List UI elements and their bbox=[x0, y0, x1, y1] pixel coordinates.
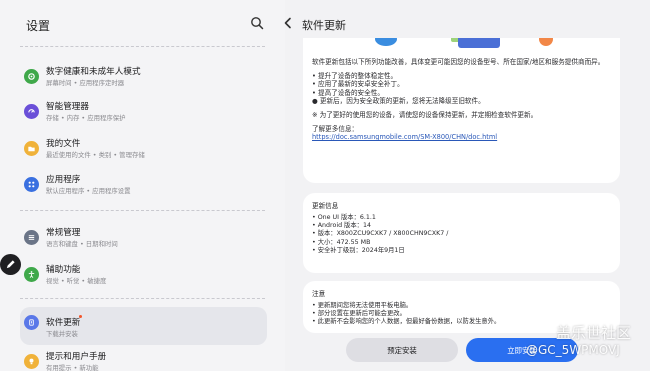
description-bullet: • 应用了最新的安卓安全补丁。 bbox=[312, 80, 404, 89]
sidebar-item-tips[interactable]: 提示和用户手册 有用提示 • 新功能 bbox=[20, 349, 267, 371]
sidebar-item-my-files[interactable]: 我的文件 最近使用的文件 • 类别 • 管理存储 bbox=[20, 136, 267, 170]
sidebar-item-title: 常规管理 bbox=[46, 228, 81, 238]
device-care-icon bbox=[24, 104, 39, 119]
description-recommendation: ※ 为了更好的使用您的设备，请使您的设备保持更新，并定期检查软件更新。 bbox=[312, 111, 538, 120]
sidebar-item-subtitle: 最近使用的文件 • 类别 • 管理存储 bbox=[46, 151, 145, 159]
sidebar-item-accessibility[interactable]: 辅助功能 视觉 • 听觉 • 敏捷度 bbox=[20, 262, 267, 296]
page-title: 软件更新 bbox=[302, 19, 346, 32]
settings-panel: 设置 数字健康和未成年人模式 屏幕时间 • 应用程序定时器 智能管理器 存储 •… bbox=[0, 0, 285, 371]
software-update-icon bbox=[24, 315, 39, 330]
settings-title: 设置 bbox=[26, 19, 51, 33]
description-intro: 软件更新包括以下所列功能改善，具体变更可能因您的设备型号、所在国家/地区和服务提… bbox=[312, 58, 605, 66]
sidebar-item-title: 提示和用户手册 bbox=[46, 352, 107, 362]
schedule-install-button[interactable]: 预定安装 bbox=[346, 338, 458, 362]
description-bullet: • 提高了设备的安全性。 bbox=[312, 88, 384, 97]
more-info-label: 了解更多信息： bbox=[312, 125, 359, 134]
sidebar-item-subtitle: 语言和键盘 • 日期和时间 bbox=[46, 240, 118, 248]
sidebar-item-title: 我的文件 bbox=[46, 139, 81, 149]
update-badge-dot bbox=[79, 315, 82, 318]
sidebar-item-device-care[interactable]: 智能管理器 存储 • 内存 • 应用程序保护 bbox=[20, 99, 267, 133]
sidebar-item-digital-wellbeing[interactable]: 数字健康和未成年人模式 屏幕时间 • 应用程序定时器 bbox=[20, 64, 267, 98]
update-info-line: • One UI 版本：6.1.1 bbox=[312, 214, 376, 221]
update-info-heading: 更新信息 bbox=[312, 202, 339, 210]
sidebar-item-software-update[interactable]: 软件更新 下载并安装 bbox=[20, 307, 267, 345]
update-info-line: • 版本：X800ZCU9CXK7 / X800CHN9CXK7 / bbox=[312, 230, 449, 238]
sidebar-item-subtitle: 默认应用程序 • 应用程序设置 bbox=[46, 187, 131, 195]
accessibility-icon bbox=[24, 267, 39, 282]
search-icon[interactable] bbox=[250, 16, 264, 30]
pen-icon[interactable] bbox=[0, 254, 21, 275]
sidebar-item-title: 软件更新 bbox=[46, 318, 81, 328]
sidebar-item-subtitle: 屏幕时间 • 应用程序定时器 bbox=[46, 79, 125, 87]
notes-line: • 更新期间您将无法使用平板电脑。 bbox=[312, 302, 413, 309]
sidebar-item-apps[interactable]: 应用程序 默认应用程序 • 应用程序设置 bbox=[20, 172, 267, 206]
sidebar-item-subtitle: 存储 • 内存 • 应用程序保护 bbox=[46, 114, 126, 122]
sidebar-item-title: 应用程序 bbox=[46, 175, 81, 185]
sidebar-item-subtitle: 视觉 • 听觉 • 敏捷度 bbox=[46, 277, 107, 285]
sidebar-item-title: 数字健康和未成年人模式 bbox=[46, 67, 141, 77]
update-info-line: • 大小：472.55 MB bbox=[312, 238, 371, 246]
update-info-line: • 安全补丁级别：2024年9月1日 bbox=[312, 246, 405, 254]
notes-heading: 注意 bbox=[312, 290, 326, 298]
back-icon[interactable] bbox=[283, 17, 293, 29]
sidebar-item-title: 辅助功能 bbox=[46, 265, 81, 275]
divider bbox=[20, 46, 265, 47]
sidebar-item-general-management[interactable]: 常规管理 语言和键盘 • 日期和时间 bbox=[20, 225, 267, 259]
divider bbox=[20, 298, 265, 299]
tips-icon bbox=[24, 354, 39, 369]
sidebar-item-subtitle: 下载并安装 bbox=[46, 330, 78, 338]
watermark-handle: @GC_5WPMOVJ bbox=[526, 343, 620, 357]
more-info-link[interactable]: https://doc.samsungmobile.com/SM-X800/CH… bbox=[312, 133, 611, 141]
digital-wellbeing-icon bbox=[24, 69, 39, 84]
folder-icon bbox=[24, 141, 39, 156]
apps-icon bbox=[24, 177, 39, 192]
update-description-card: 软件更新包括以下所列功能改善，具体变更可能因您的设备型号、所在国家/地区和服务提… bbox=[303, 48, 620, 183]
description-warning: ● 更新后，因为安全政策的更新，您将无法降级至旧软件。 bbox=[312, 96, 485, 105]
watermark: 盖乐世社区 bbox=[556, 324, 632, 342]
sidebar-item-title: 智能管理器 bbox=[46, 102, 89, 112]
update-info-card: 更新信息 • One UI 版本：6.1.1 • Android 版本：14 •… bbox=[303, 193, 620, 273]
sidebar-item-subtitle: 有用提示 • 新功能 bbox=[46, 364, 99, 371]
general-management-icon bbox=[24, 230, 39, 245]
divider bbox=[20, 210, 265, 211]
